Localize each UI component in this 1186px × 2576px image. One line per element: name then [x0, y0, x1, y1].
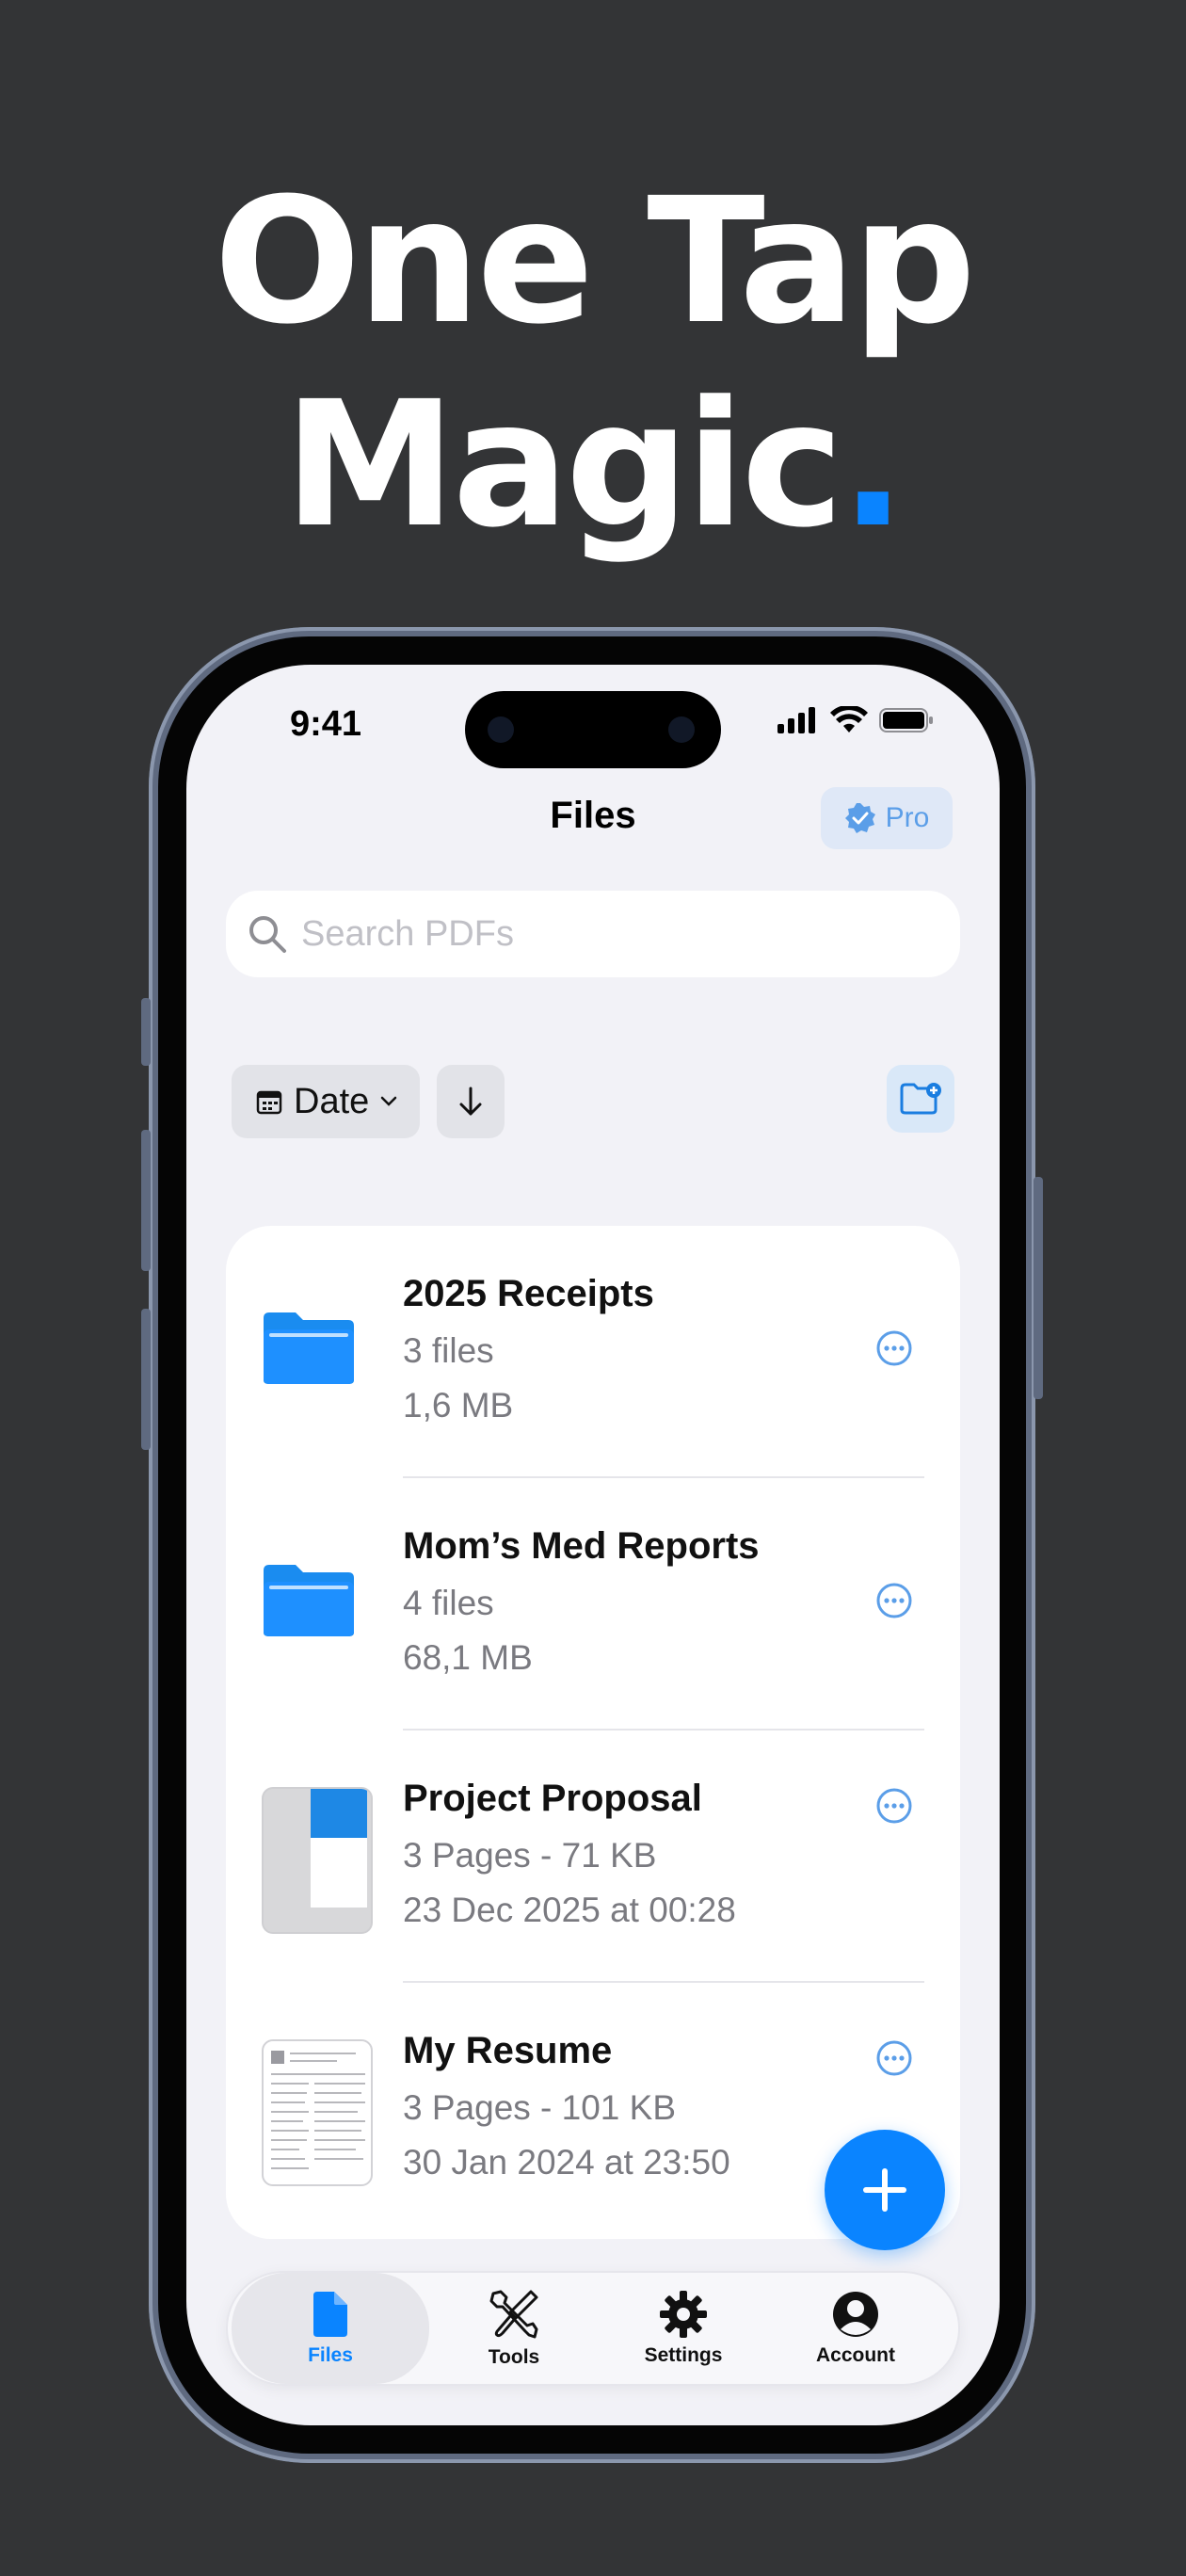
marketing-headline: One Tap Magic. [0, 160, 1186, 567]
item-details: 3 Pages - 71 KB [403, 1836, 657, 1875]
volume-down-button [141, 1309, 151, 1450]
pdf-thumbnail [262, 2039, 373, 2186]
new-folder-button[interactable] [887, 1065, 954, 1133]
headline-line-1: One Tap [214, 161, 976, 362]
calendar-icon [256, 1090, 282, 1115]
verified-badge-icon [844, 803, 875, 833]
plus-icon [863, 2168, 906, 2212]
tab-tools[interactable]: Tools [429, 2273, 599, 2384]
pdf-thumbnail [262, 1787, 373, 1934]
headline-accent-dot: . [840, 364, 906, 566]
tab-label: Files [308, 2344, 353, 2366]
folder-add-icon [900, 1083, 941, 1115]
item-size: 68,1 MB [403, 1638, 533, 1677]
pro-button[interactable]: Pro [821, 787, 953, 849]
tab-account[interactable]: Account [768, 2273, 943, 2384]
tab-settings[interactable]: Settings [599, 2273, 768, 2384]
item-title: 2025 Receipts [403, 1273, 654, 1314]
file-list: 2025 Receipts 3 files 1,6 MB Mom’s Med R… [226, 1226, 960, 2239]
sort-order-button[interactable] [437, 1065, 505, 1138]
search-placeholder: Search PDFs [301, 913, 514, 954]
tab-files[interactable]: Files [232, 2273, 429, 2384]
chevron-down-icon [381, 1096, 397, 1106]
add-button[interactable] [825, 2130, 945, 2250]
tab-bar: Files Tools Settings Account [226, 2271, 960, 2386]
tab-label: Account [816, 2344, 895, 2366]
camera-icon [668, 716, 695, 743]
document-icon [313, 2292, 347, 2337]
search-input[interactable]: Search PDFs [226, 891, 960, 977]
more-options-icon[interactable] [875, 1787, 913, 1825]
list-item[interactable]: 2025 Receipts 3 files 1,6 MB [226, 1226, 960, 1478]
item-count: 4 files [403, 1584, 494, 1622]
tab-label: Tools [488, 2346, 540, 2368]
gear-icon [660, 2291, 707, 2338]
list-item[interactable]: Mom’s Med Reports 4 files 68,1 MB [226, 1478, 960, 1731]
battery-icon [879, 708, 933, 733]
arrow-down-icon [459, 1087, 482, 1116]
folder-icon [262, 1535, 356, 1643]
item-title: My Resume [403, 2030, 613, 2071]
more-options-icon[interactable] [875, 1582, 913, 1619]
sort-by-button[interactable]: Date [232, 1065, 420, 1138]
tab-label: Settings [644, 2344, 723, 2366]
silent-switch [141, 998, 151, 1066]
person-circle-icon [833, 2292, 878, 2337]
power-button [1034, 1177, 1043, 1399]
item-size: 1,6 MB [403, 1386, 514, 1425]
pro-label: Pro [885, 802, 930, 833]
app-screen: 9:41 Files Pro Search PDFs Date 2025 Rec… [186, 665, 1000, 2425]
sort-label: Date [294, 1081, 370, 1121]
dynamic-island [465, 691, 721, 768]
folder-icon [262, 1282, 356, 1391]
wifi-icon [830, 706, 868, 733]
cellular-signal-icon [777, 707, 815, 733]
volume-up-button [141, 1130, 151, 1271]
status-time: 9:41 [290, 704, 362, 744]
more-options-icon[interactable] [875, 2039, 913, 2077]
item-date: 23 Dec 2025 at 00:28 [403, 1891, 736, 1929]
tools-icon [489, 2290, 538, 2339]
list-item[interactable]: Project Proposal 3 Pages - 71 KB 23 Dec … [226, 1731, 960, 1983]
search-icon [249, 916, 286, 953]
item-title: Project Proposal [403, 1778, 702, 1819]
status-icons [777, 706, 934, 734]
headline-line-2: Magic [283, 364, 843, 566]
item-date: 30 Jan 2024 at 23:50 [403, 2143, 730, 2182]
item-title: Mom’s Med Reports [403, 1525, 760, 1567]
item-count: 3 files [403, 1331, 494, 1370]
more-options-icon[interactable] [875, 1329, 913, 1367]
item-details: 3 Pages - 101 KB [403, 2088, 677, 2127]
sensor-icon [488, 716, 514, 743]
